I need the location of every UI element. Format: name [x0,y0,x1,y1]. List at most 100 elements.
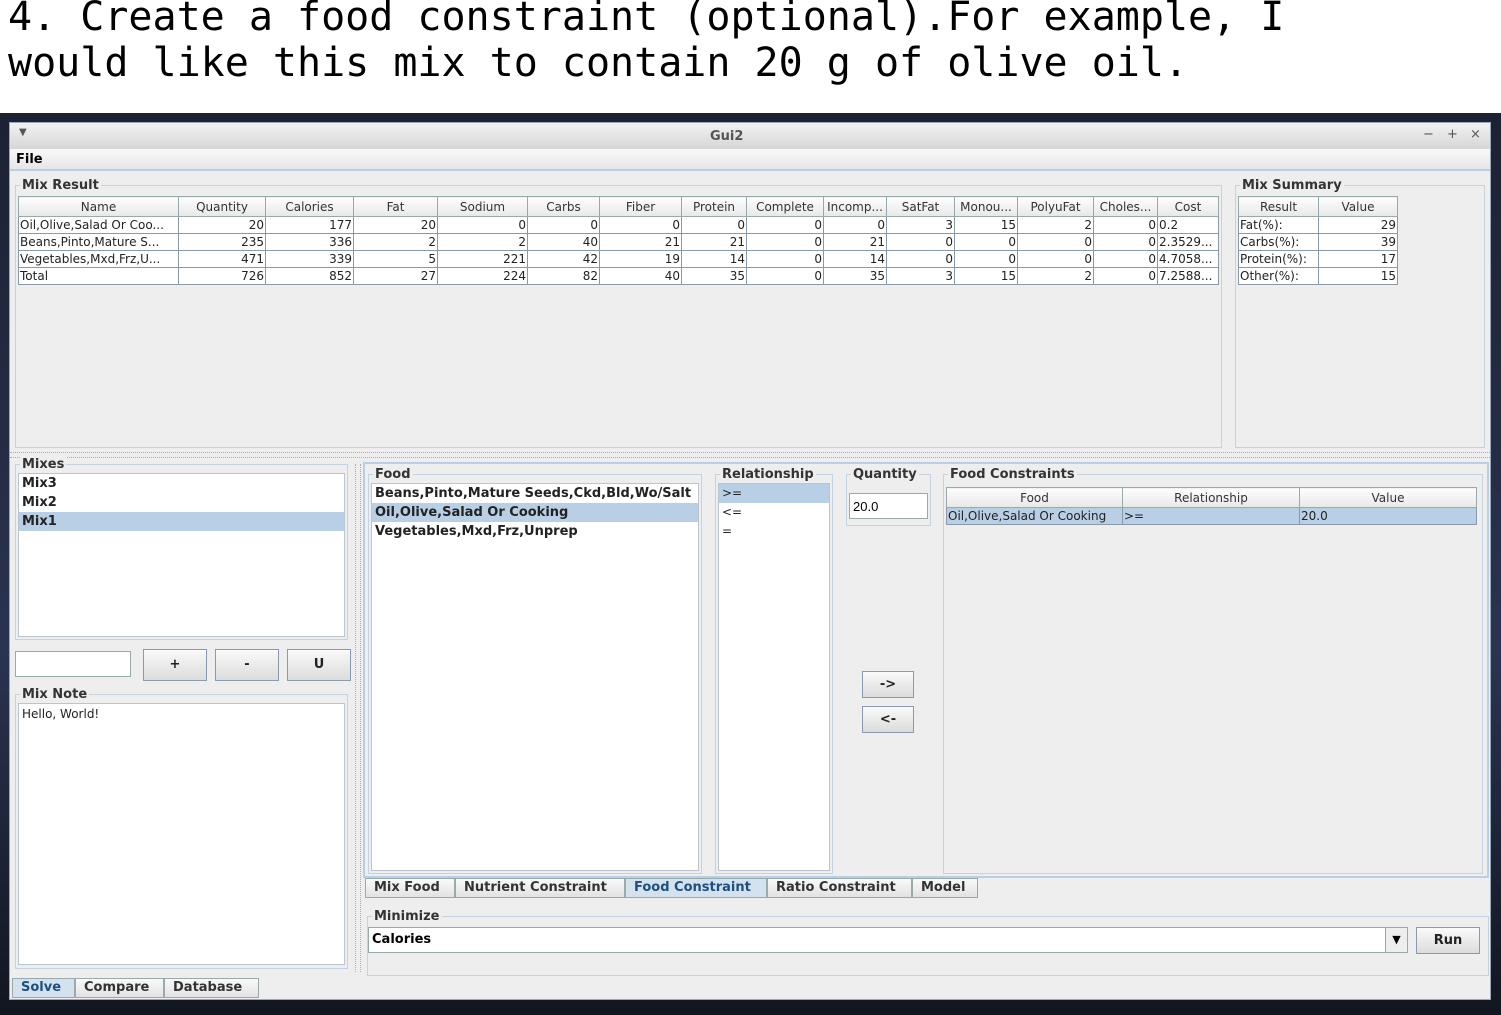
column-header[interactable]: PolyuFat [1017,196,1094,217]
table-row[interactable]: Oil,Olive,Salad Or Cooking >= 20.0 [946,507,1477,525]
table-row[interactable]: Protein(%): 17 [1238,250,1398,268]
mixes-list[interactable]: Mix3 Mix2 Mix1 [18,473,345,637]
table-row[interactable]: Carbs(%): 39 [1238,233,1398,251]
table-cell: 20 [353,216,438,234]
table-cell: 21 [823,233,887,251]
column-header[interactable]: Monou... [954,196,1018,217]
column-header[interactable]: Quantity [178,196,266,217]
minimize-select[interactable]: Calories ▼ [368,927,1408,953]
mixes-title: Mixes [20,457,67,472]
column-header[interactable]: Result [1238,196,1319,217]
tab-database[interactable]: Database [164,978,259,998]
tab-model[interactable]: Model [912,878,978,898]
table-cell: 0.2 [1157,216,1219,234]
food-constraint-tab-panel: Food Beans,Pinto,Mature Seeds,Ckd,Bld,Wo… [363,462,1489,878]
close-icon[interactable]: × [1470,127,1481,142]
mix-name-input[interactable] [15,651,131,677]
column-header[interactable]: Carbs [527,196,600,217]
quantity-title: Quantity [851,467,919,482]
mix-result-title: Mix Result [20,178,101,193]
split-divider[interactable] [10,452,1490,458]
food-list[interactable]: Beans,Pinto,Mature Seeds,Ckd,Bld,Wo/Salt… [371,483,699,871]
food-list-item[interactable]: Oil,Olive,Salad Or Cooking [372,503,698,522]
table-cell: 726 [178,267,266,285]
tab-mix-food[interactable]: Mix Food [365,878,455,898]
add-mix-button[interactable]: + [143,649,207,681]
remove-mix-button[interactable]: - [215,649,279,681]
run-button[interactable]: Run [1416,927,1480,954]
tab-compare[interactable]: Compare [75,978,164,998]
food-constraints-table[interactable]: Food Relationship Value Oil,Olive,Salad Or … [946,487,1477,525]
add-constraint-button[interactable]: -> [862,671,914,698]
mix-summary-table[interactable]: Result Value Fat(%): 29 Carbs(%): 39 Protein(%… [1238,196,1398,285]
maximize-icon[interactable]: + [1447,127,1458,142]
table-cell: 224 [437,267,528,285]
table-cell: 3 [886,216,955,234]
table-cell: 82 [527,267,600,285]
column-header[interactable]: Fat [353,196,438,217]
quantity-input[interactable] [849,493,928,519]
food-list-item[interactable]: Beans,Pinto,Mature Seeds,Ckd,Bld,Wo/Salt [372,484,698,503]
table-cell: Oil,Olive,Salad Or Cooking [946,507,1123,525]
column-header[interactable]: Protein [681,196,747,217]
menu-file[interactable]: File [16,152,43,167]
column-header[interactable]: Cost [1157,196,1219,217]
update-mix-button[interactable]: U [287,649,351,681]
table-cell: 0 [527,216,600,234]
relationship-list-item[interactable]: = [719,522,829,541]
table-row[interactable]: Beans,Pinto,Mature S... 235 336 2 2 40 21 21 0 21… [18,233,1219,251]
table-cell: 17 [1318,250,1398,268]
mix-list-item[interactable]: Mix3 [19,474,344,493]
minimize-panel: Minimize Calories ▼ Run [367,909,1489,976]
table-cell: 20.0 [1299,507,1477,525]
column-header[interactable]: Fiber [599,196,682,217]
column-header[interactable]: Incomp... [823,196,887,217]
mix-result-table[interactable]: Name Quantity Calories Fat Sodium Carbs Fiber P… [18,196,1219,285]
column-header[interactable]: Complete [746,196,824,217]
mix-list-item[interactable]: Mix2 [19,493,344,512]
tab-food-constraint[interactable]: Food Constraint [625,878,767,898]
column-header[interactable]: Name [18,196,179,217]
tab-ratio-constraint[interactable]: Ratio Constraint [767,878,912,898]
tab-solve[interactable]: Solve [12,978,75,998]
table-row[interactable]: Vegetables,Mxd,Frz,U... 471 339 5 221 42 19 14 0… [18,250,1219,268]
table-row[interactable]: Oil,Olive,Salad Or Coo... 20 177 20 0 0 0 0 0 0 3 1… [18,216,1219,234]
table-cell: 0 [746,267,824,285]
table-cell: 0 [886,233,955,251]
table-cell: 21 [599,233,682,251]
column-header[interactable]: Food [946,487,1123,508]
column-header[interactable]: Calories [265,196,354,217]
table-row[interactable]: Total 726 852 27 224 82 40 35 0 35 3 15 2 0 7.2588... [18,267,1219,285]
table-cell: 339 [265,250,354,268]
relationship-list[interactable]: >= <= = [718,483,830,871]
window-menu-icon[interactable]: ▼ [19,127,27,138]
mix-note-textarea[interactable]: Hello, World! [18,703,345,965]
table-cell: 14 [823,250,887,268]
column-header[interactable]: Value [1318,196,1398,217]
table-cell: 40 [599,267,682,285]
column-header[interactable]: SatFat [886,196,955,217]
table-row[interactable]: Fat(%): 29 [1238,216,1398,234]
table-cell: 3 [886,267,955,285]
relationship-list-item[interactable]: >= [719,484,829,503]
table-cell: 15 [954,267,1018,285]
column-header[interactable]: Relationship [1122,487,1300,508]
table-cell: 19 [599,250,682,268]
chevron-down-icon[interactable]: ▼ [1385,928,1407,952]
food-title: Food [373,467,413,482]
table-cell: 35 [681,267,747,285]
column-header[interactable]: Sodium [437,196,528,217]
tab-nutrient-constraint[interactable]: Nutrient Constraint [455,878,625,898]
table-cell: Oil,Olive,Salad Or Coo... [18,216,179,234]
relationship-list-item[interactable]: <= [719,503,829,522]
remove-constraint-button[interactable]: <- [862,706,914,733]
mix-note-title: Mix Note [20,687,90,702]
food-list-item[interactable]: Vegetables,Mxd,Frz,Unprep [372,522,698,541]
minimize-icon[interactable]: − [1423,127,1434,142]
mix-list-item[interactable]: Mix1 [19,512,344,531]
minimize-title: Minimize [372,909,442,924]
column-header[interactable]: Choles... [1093,196,1158,217]
column-header[interactable]: Value [1299,487,1477,508]
table-row[interactable]: Other(%): 15 [1238,267,1398,285]
vertical-split-divider[interactable] [355,464,361,972]
